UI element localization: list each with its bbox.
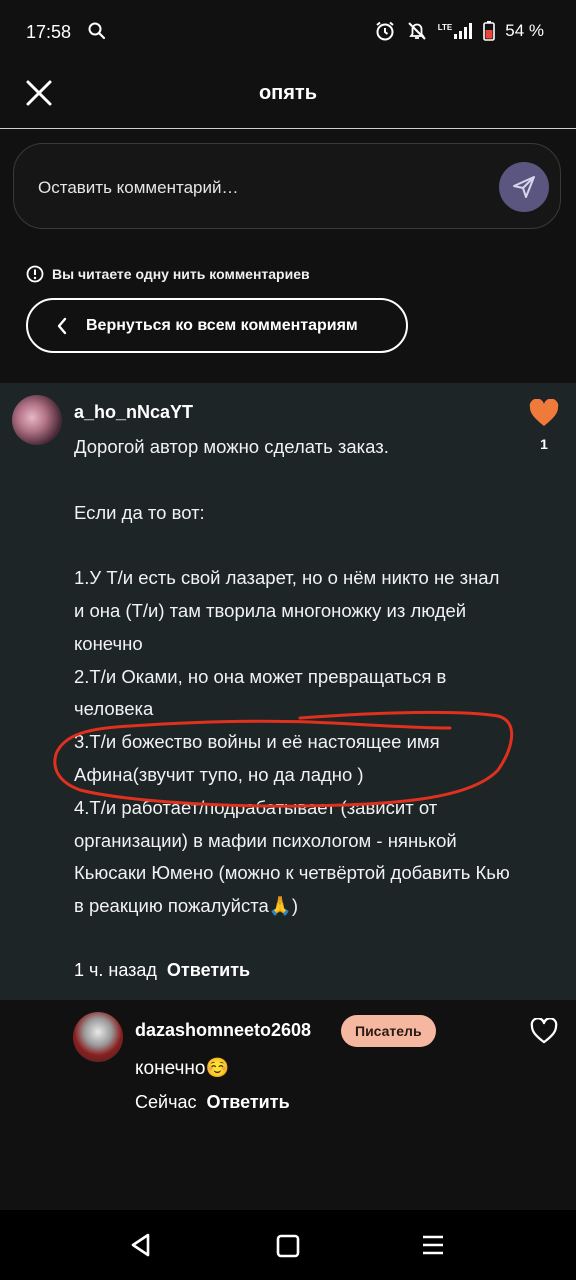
comment-input[interactable] — [36, 144, 480, 232]
page-title: опять — [258, 82, 318, 104]
back-to-all-comments-button[interactable]: Вернуться ко всем комментариям — [26, 298, 408, 353]
status-time: 17:58 — [26, 22, 72, 42]
battery-percent: 54 % — [505, 21, 544, 40]
mute-icon — [406, 20, 428, 42]
comment-text: Дорогой автор можно сделать заказ. Если … — [74, 436, 510, 917]
status-bar: 17:58 LTE 54 % — [0, 0, 576, 64]
like-button[interactable] — [530, 1017, 558, 1049]
comment-time: 1 ч. назад — [74, 960, 157, 980]
search-icon — [88, 22, 106, 45]
info-icon — [26, 265, 44, 283]
back-button-label: Вернуться ко всем комментариям — [86, 316, 358, 334]
system-nav-bar — [0, 1210, 576, 1280]
back-triangle-icon[interactable] — [128, 1232, 154, 1263]
writer-badge: Писатель — [341, 1015, 436, 1047]
app-header: опять — [0, 64, 576, 129]
battery-icon — [483, 21, 496, 41]
reply-text: конечно☺️ — [135, 1058, 230, 1079]
thread-notice: Вы читаете одну нить комментариев — [26, 265, 310, 283]
reply-comment: dazashomneeto2608 Писатель конечно☺️ Сей… — [0, 1000, 576, 1210]
reply-meta: Сейчас Ответить — [135, 1092, 290, 1113]
comment-meta: 1 ч. назад Ответить — [74, 960, 250, 981]
home-square-icon[interactable] — [276, 1234, 300, 1263]
lte-signal-icon: LTE — [438, 23, 474, 39]
alarm-icon — [374, 20, 396, 42]
avatar[interactable] — [73, 1012, 123, 1062]
recent-apps-icon[interactable] — [422, 1234, 444, 1261]
reply-button[interactable]: Ответить — [167, 960, 250, 980]
lte-label: LTE — [437, 23, 453, 32]
avatar[interactable] — [12, 395, 62, 445]
comment-username[interactable]: a_ho_nNcaYT — [74, 402, 193, 423]
heart-icon — [529, 398, 559, 426]
reply-time: Сейчас — [135, 1092, 197, 1112]
reply-button[interactable]: Ответить — [206, 1092, 289, 1112]
reply-username[interactable]: dazashomneeto2608 — [135, 1020, 311, 1041]
comment: a_ho_nNcaYT Дорогой автор можно сделать … — [0, 383, 576, 1000]
heart-outline-icon — [530, 1017, 558, 1044]
chevron-left-icon — [57, 317, 67, 334]
send-icon — [513, 176, 535, 198]
thread-notice-text: Вы читаете одну нить комментариев — [52, 266, 310, 282]
like-count: 1 — [540, 436, 548, 452]
like-button[interactable]: 1 — [529, 398, 559, 452]
comment-input-container — [13, 143, 561, 232]
send-button[interactable] — [499, 162, 549, 212]
